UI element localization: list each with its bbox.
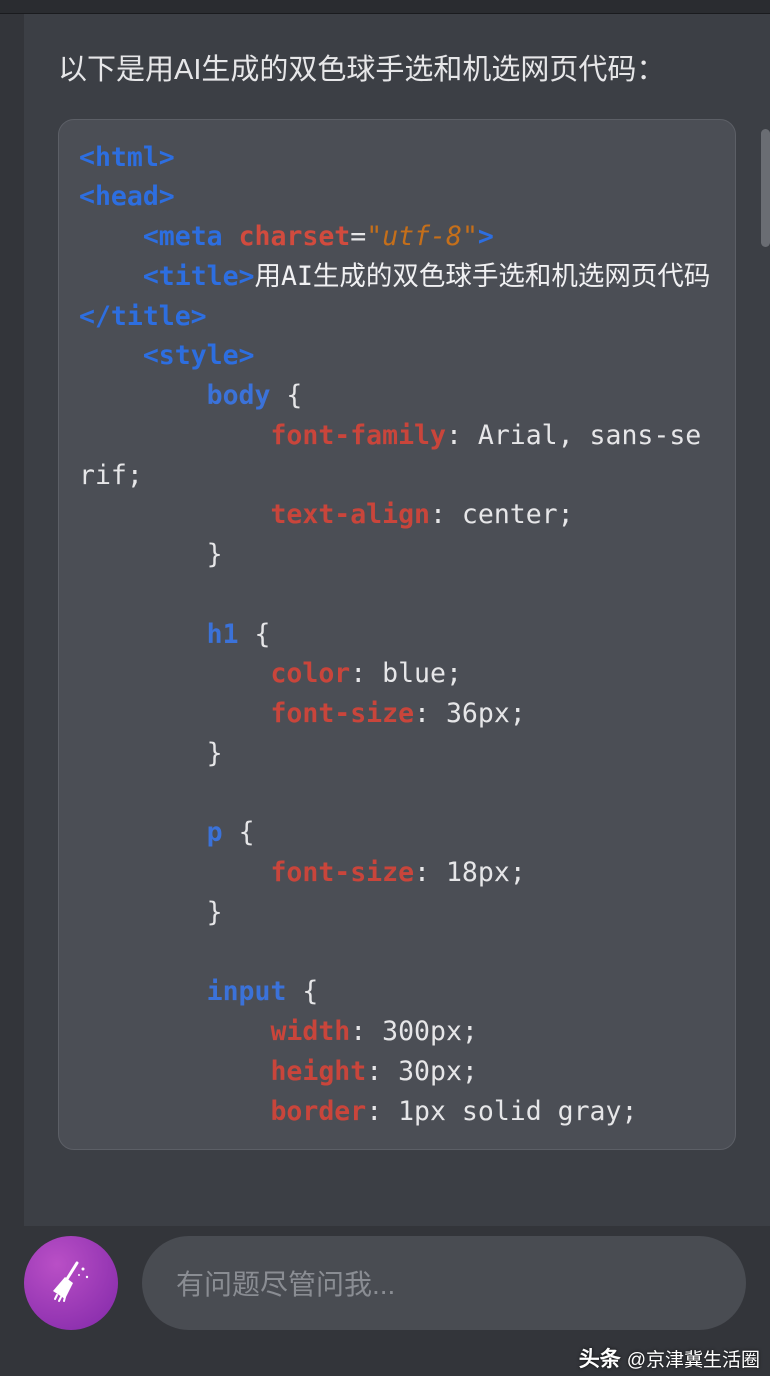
code-token: height (270, 1056, 366, 1087)
code-token: } (207, 738, 223, 769)
code-token: color (270, 658, 350, 689)
code-token: { (270, 380, 302, 411)
code-token: charset (239, 221, 351, 252)
code-token: font-size (270, 857, 414, 888)
code-token: : 18px; (414, 857, 526, 888)
chat-content: 以下是用AI生成的双色球手选和机选网页代码： <html> <head> <me… (24, 14, 770, 1226)
code-token: <meta (143, 221, 223, 252)
code-token: > (478, 221, 494, 252)
code-token: = (350, 221, 366, 252)
window-top-border (0, 0, 770, 14)
input-bar: 有问题尽管问我... (0, 1226, 770, 1340)
code-token: 用AI生成的双色球手选和机选网页代码 (255, 261, 711, 292)
code-token: { (286, 976, 318, 1007)
code-token: input (207, 976, 287, 1007)
code-token: <title> (143, 261, 255, 292)
watermark-brand: 头条 (579, 1343, 621, 1373)
code-token: border (270, 1096, 366, 1127)
code-token: text-align (270, 499, 430, 530)
code-token: : 30px; (366, 1056, 478, 1087)
code-token: { (239, 619, 271, 650)
code-token: : 300px; (350, 1016, 478, 1047)
code-token: width (270, 1016, 350, 1047)
code-token: font-family (270, 420, 446, 451)
chat-input[interactable]: 有问题尽管问我... (142, 1236, 746, 1330)
code-token: "utf-8" (366, 221, 478, 252)
watermark-handle: @京津冀生活圈 (627, 1345, 760, 1372)
code-token: : 36px; (414, 698, 526, 729)
scrollbar-thumb[interactable] (761, 129, 770, 247)
code-block[interactable]: <html> <head> <meta charset="utf-8"> <ti… (58, 119, 736, 1151)
assistant-intro-text: 以下是用AI生成的双色球手选和机选网页代码： (58, 50, 736, 91)
code-token: : center; (430, 499, 574, 530)
code-pre: <html> <head> <meta charset="utf-8"> <ti… (79, 138, 715, 1132)
code-token: font-size (270, 698, 414, 729)
code-token: p (207, 817, 223, 848)
code-token: <head> (79, 181, 175, 212)
code-token: <html> (79, 142, 175, 173)
code-token: : 1px solid gray; (366, 1096, 637, 1127)
code-token: body (207, 380, 271, 411)
left-gutter (0, 14, 24, 1226)
code-token: h1 (207, 619, 239, 650)
code-token: { (223, 817, 255, 848)
code-token: : blue; (350, 658, 462, 689)
code-token: } (207, 897, 223, 928)
chat-input-placeholder: 有问题尽管问我... (176, 1263, 395, 1303)
new-chat-button[interactable] (24, 1236, 118, 1330)
code-token: <style> (143, 340, 255, 371)
code-token: } (207, 539, 223, 570)
code-token: </title> (79, 301, 207, 332)
watermark: 头条 @京津冀生活圈 (0, 1340, 770, 1376)
broom-icon (47, 1257, 95, 1310)
